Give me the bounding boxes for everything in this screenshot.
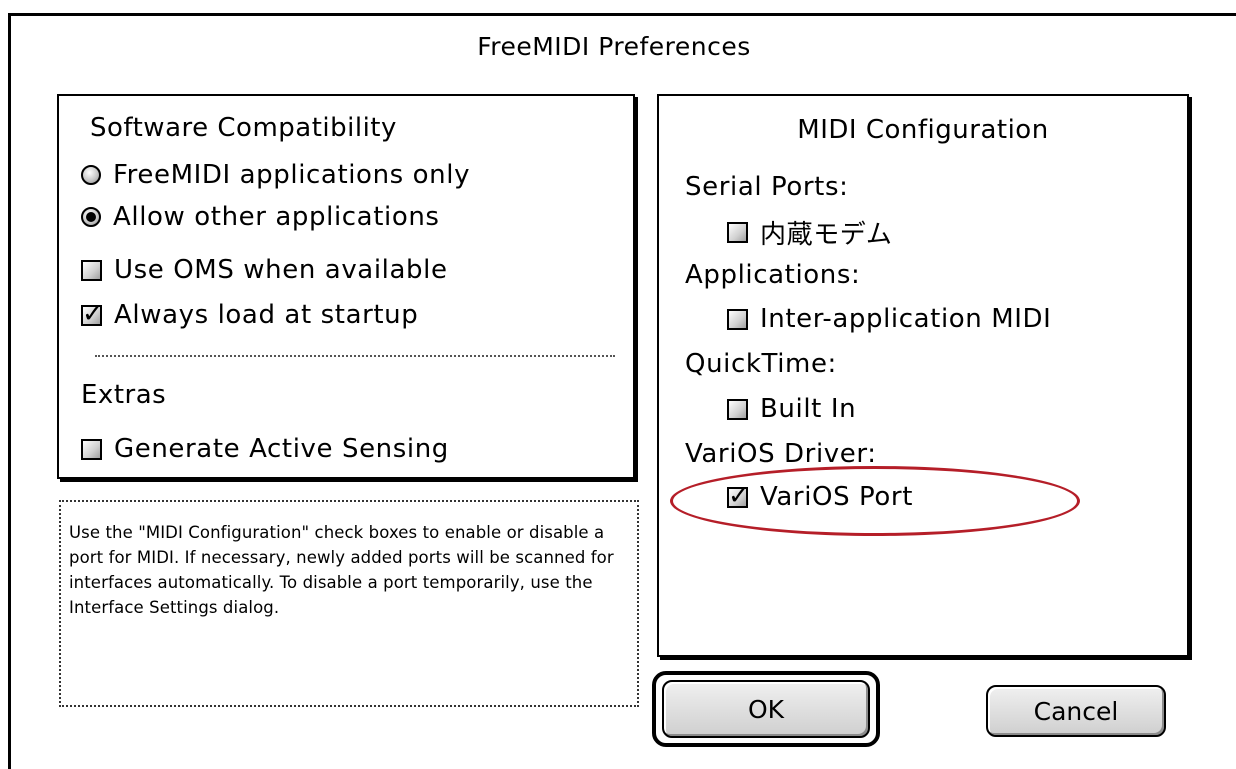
checkbox-label-active-sensing: Generate Active Sensing	[114, 434, 449, 464]
group-label-varios-driver: VariOS Driver:	[685, 439, 877, 469]
midi-configuration-panel: MIDI Configuration Serial Ports: 内蔵モデム A…	[657, 94, 1189, 657]
checkbox-label-internal-modem: 内蔵モデム	[760, 220, 893, 250]
checkbox-checked-icon[interactable]	[81, 299, 104, 329]
checkbox-label-inter-application-midi: Inter-application MIDI	[760, 304, 1052, 334]
group-label-quicktime: QuickTime:	[685, 349, 837, 379]
checkbox-label-built-in: Built In	[760, 394, 857, 424]
checkbox-icon[interactable]	[727, 398, 748, 420]
radio-label-allow-other: Allow other applications	[113, 202, 440, 232]
checkbox-icon[interactable]	[727, 222, 748, 243]
radio-freemidi-only[interactable]: FreeMIDI applications only	[81, 160, 470, 190]
checkbox-built-in[interactable]: Built In	[727, 394, 856, 424]
quicktime-label: QuickTime:	[685, 349, 837, 379]
radio-allow-other-applications[interactable]: Allow other applications	[81, 202, 440, 232]
checkbox-always-load[interactable]: Always load at startup	[81, 299, 419, 330]
checkbox-use-oms[interactable]: Use OMS when available	[81, 255, 448, 285]
serial-ports-label: Serial Ports:	[685, 172, 849, 202]
applications-label: Applications:	[685, 260, 861, 290]
help-text-box: Use the "MIDI Configuration" check boxes…	[59, 500, 639, 707]
varios-driver-label: VariOS Driver:	[685, 439, 877, 469]
cancel-button[interactable]: Cancel	[986, 685, 1166, 737]
software-compatibility-header: Software Compatibility	[90, 113, 397, 143]
checkbox-label-always-load: Always load at startup	[114, 300, 419, 330]
checkbox-label-use-oms: Use OMS when available	[114, 255, 448, 285]
ok-button[interactable]: OK	[662, 680, 870, 738]
highlight-ellipse	[670, 466, 1080, 536]
midi-configuration-header: MIDI Configuration	[797, 115, 1049, 145]
checkbox-icon[interactable]	[81, 259, 102, 281]
section-divider	[95, 355, 615, 357]
help-text: Use the "MIDI Configuration" check boxes…	[69, 523, 614, 617]
extras-header: Extras	[81, 380, 167, 410]
software-compatibility-panel: Software Compatibility FreeMIDI applicat…	[57, 94, 635, 479]
checkbox-icon[interactable]	[727, 308, 748, 330]
group-label-applications: Applications:	[685, 260, 860, 290]
dialog-title: FreeMIDI Preferences	[477, 32, 751, 61]
checkbox-internal-modem[interactable]: 内蔵モデム	[727, 214, 892, 251]
radio-label-freemidi-only: FreeMIDI applications only	[113, 160, 471, 190]
group-label-serial-ports: Serial Ports:	[685, 172, 848, 202]
radio-button-icon[interactable]	[81, 165, 101, 185]
checkbox-generate-active-sensing[interactable]: Generate Active Sensing	[81, 434, 449, 464]
checkbox-inter-application-midi[interactable]: Inter-application MIDI	[727, 304, 1051, 334]
radio-button-selected-icon[interactable]	[81, 207, 101, 227]
checkbox-icon[interactable]	[81, 438, 102, 460]
